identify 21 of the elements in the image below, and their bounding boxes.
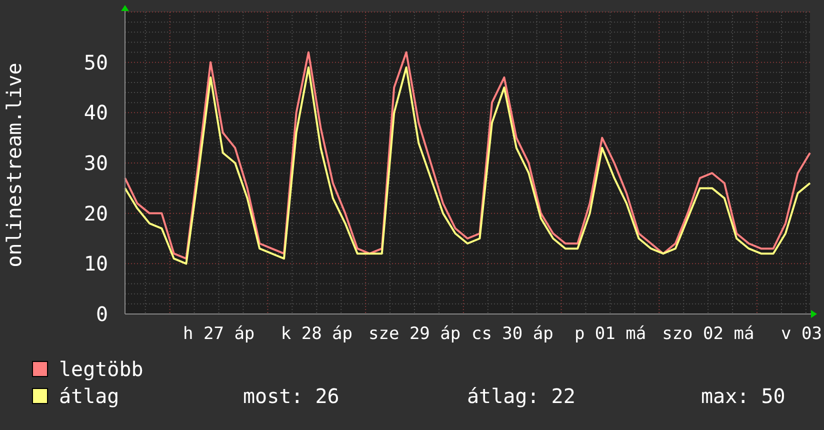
legend-swatch — [32, 361, 48, 377]
legend-label: átlag — [59, 384, 120, 408]
y-tick-label: 0 — [96, 302, 108, 326]
y-tick-label: 50 — [84, 50, 108, 74]
y-tick-label: 20 — [84, 201, 108, 226]
x-tick-label: k 28 áp — [280, 324, 353, 344]
x-tick-label: sze 29 áp — [368, 324, 461, 344]
legend-stat: átlag: 22 — [467, 384, 576, 408]
legend-label: legtöbb — [59, 357, 144, 381]
x-tick-label: p 01 má — [574, 324, 646, 344]
legend-stat: max: 50 — [701, 384, 786, 408]
y-tick-label: 40 — [84, 100, 108, 125]
y-axis-title: onlinestream.live — [2, 62, 26, 268]
x-tick-label: v 03 — [781, 324, 822, 344]
y-tick-label: 30 — [84, 151, 108, 175]
legend-swatch — [32, 388, 48, 404]
x-tick-label: h 27 áp — [183, 324, 255, 344]
x-tick-label: szo 02 má — [662, 324, 754, 344]
legend-stat: most: 26 — [243, 384, 340, 408]
x-tick-label: cs 30 áp — [471, 324, 554, 344]
y-tick-label: 10 — [84, 252, 108, 276]
